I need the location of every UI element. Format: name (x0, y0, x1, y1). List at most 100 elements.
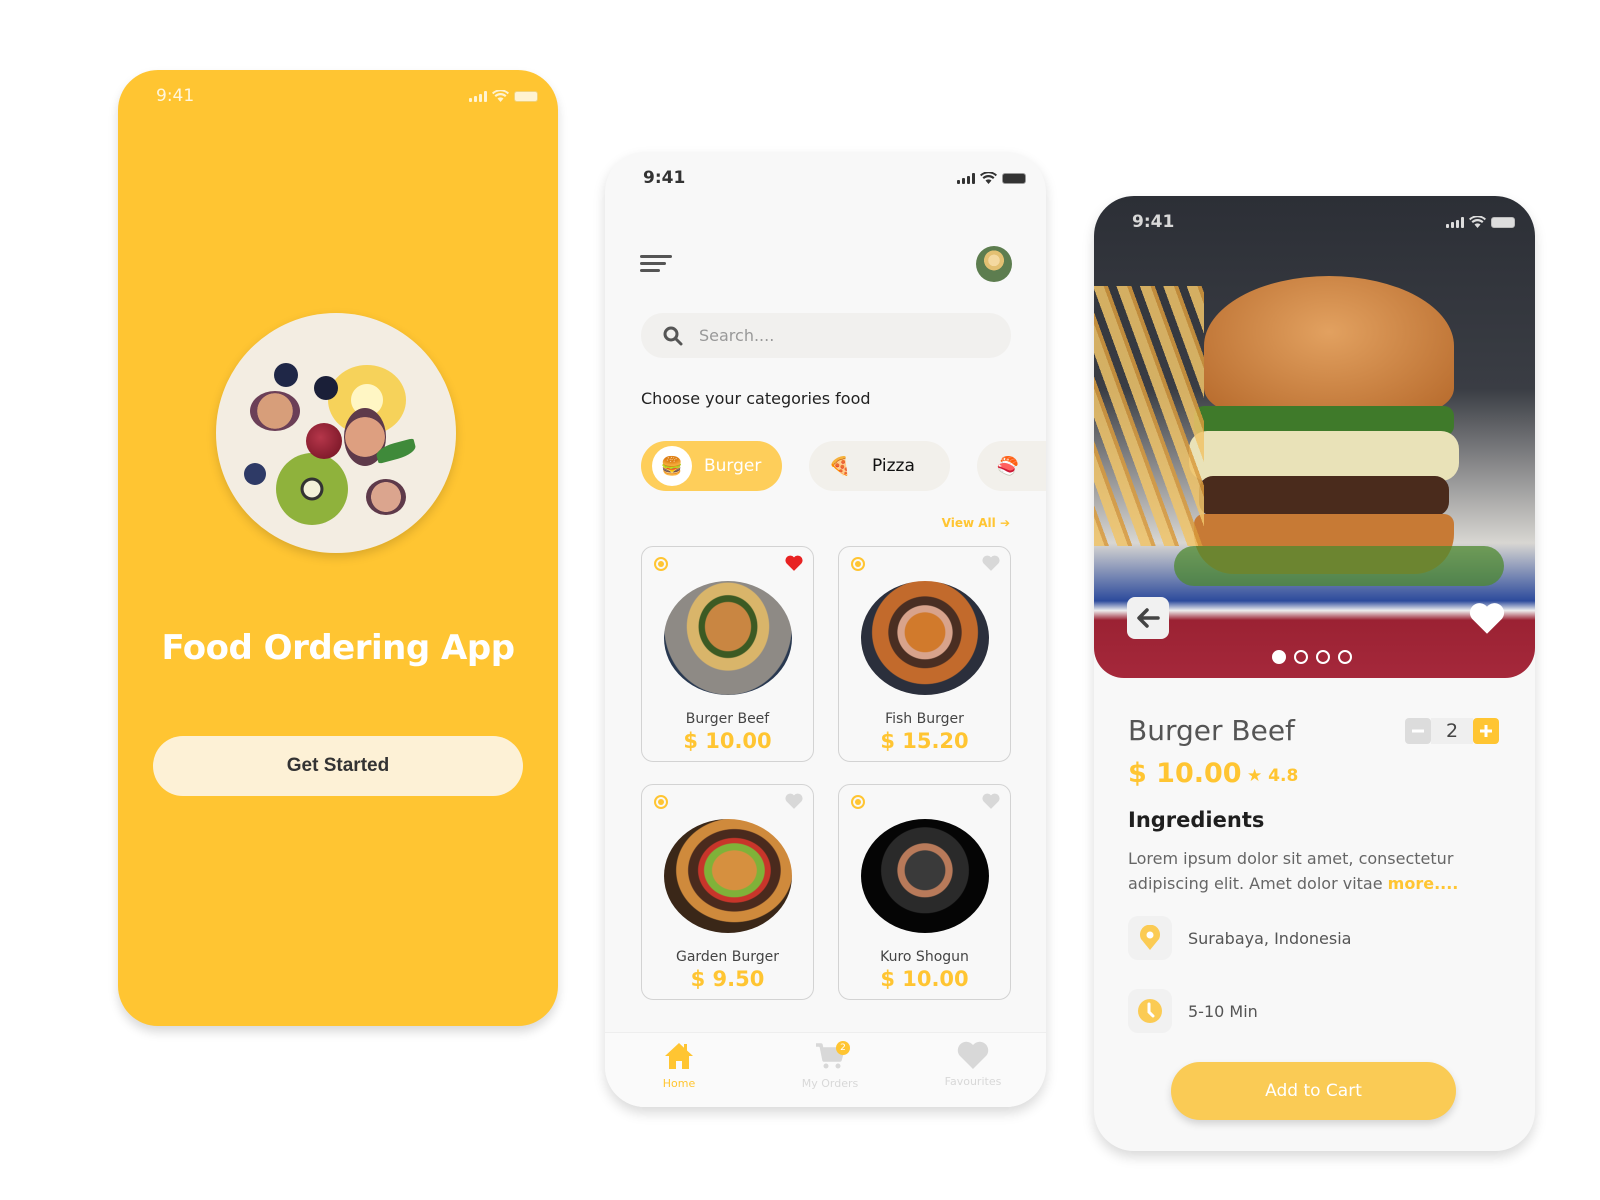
burger-icon: 🍔 (652, 446, 692, 486)
status-time: 9:41 (1132, 212, 1175, 232)
pizza-icon: 🍕 (828, 455, 852, 477)
category-burger[interactable]: 🍔 Burger (641, 441, 782, 491)
home-screen: 9:41 Choose your categories food 🍔 Burge… (605, 152, 1046, 1107)
bottom-nav: Home 2 My Orders Favourites (605, 1032, 1046, 1107)
select-radio[interactable] (654, 557, 668, 571)
menu-icon[interactable] (640, 255, 672, 275)
minus-icon (1412, 729, 1424, 733)
product-price: $ 10.00 (1128, 758, 1242, 789)
wifi-icon (980, 172, 997, 184)
nav-label: My Orders (801, 1077, 859, 1090)
location-pin-icon (1128, 916, 1172, 960)
status-bar: 9:41 (118, 70, 558, 120)
favourite-heart-icon[interactable] (1469, 602, 1505, 634)
ingredients-title: Ingredients (1128, 808, 1265, 832)
carousel-dot[interactable] (1272, 650, 1286, 664)
add-to-cart-button[interactable]: Add to Cart (1171, 1062, 1456, 1120)
location-text: Surabaya, Indonesia (1188, 928, 1352, 948)
product-image (861, 819, 989, 933)
product-rating: ★ 4.8 (1247, 766, 1299, 786)
battery-icon (514, 90, 538, 102)
product-name: Garden Burger (675, 949, 779, 965)
carousel-dot[interactable] (1316, 650, 1330, 664)
status-bar: 9:41 (605, 152, 1046, 202)
product-grid: Burger Beef $ 10.00 Fish Burger $ 15.20 … (641, 546, 1011, 1000)
read-more-link[interactable]: more.... (1388, 874, 1459, 893)
battery-icon (1491, 216, 1515, 228)
carousel-indicator (1272, 650, 1352, 664)
status-time: 9:41 (156, 86, 195, 106)
nav-home[interactable]: Home (629, 1041, 729, 1090)
quantity-value: 2 (1431, 718, 1473, 744)
category-list: 🍔 Burger 🍕 Pizza 🍣 (641, 441, 1046, 491)
product-name: Kuro Shogun (880, 949, 969, 965)
product-name: Burger Beef (685, 711, 770, 727)
select-radio[interactable] (654, 795, 668, 809)
status-icons (469, 90, 538, 102)
time-row: 5-10 Min (1128, 989, 1258, 1033)
quantity-stepper: 2 (1405, 718, 1499, 744)
category-pizza[interactable]: 🍕 Pizza (809, 441, 950, 491)
product-card[interactable]: Garden Burger $ 9.50 (641, 784, 814, 1000)
signal-icon (957, 172, 975, 184)
delivery-time-text: 5-10 Min (1188, 1001, 1258, 1021)
view-all-label: View All (941, 516, 996, 530)
product-image (664, 819, 792, 933)
product-card[interactable]: Kuro Shogun $ 10.00 (838, 784, 1011, 1000)
select-radio[interactable] (851, 557, 865, 571)
signal-icon (469, 90, 487, 102)
product-name: Burger Beef (1128, 714, 1295, 747)
status-icons (1446, 216, 1515, 228)
search-bar[interactable] (641, 313, 1011, 358)
carousel-dot[interactable] (1294, 650, 1308, 664)
search-icon (663, 326, 683, 345)
category-label: Burger (704, 456, 762, 476)
product-image (664, 581, 792, 695)
wifi-icon (1469, 216, 1486, 228)
status-icons (957, 172, 1026, 184)
nav-favourites[interactable]: Favourites (923, 1041, 1023, 1088)
heart-icon[interactable] (982, 793, 1000, 809)
home-icon (665, 1043, 693, 1069)
product-name: Fish Burger (885, 711, 964, 727)
wifi-icon (492, 90, 509, 102)
get-started-button[interactable]: Get Started (153, 736, 523, 796)
nav-my-orders[interactable]: 2 My Orders (780, 1041, 880, 1090)
search-input[interactable] (699, 326, 959, 345)
carousel-dot[interactable] (1338, 650, 1352, 664)
status-bar: 9:41 (1094, 196, 1535, 246)
increase-button[interactable] (1473, 718, 1499, 744)
nav-label: Favourites (944, 1075, 1002, 1088)
arrow-right-icon: ➔ (999, 516, 1010, 530)
arrow-left-icon (1137, 608, 1160, 628)
heart-icon[interactable] (982, 555, 1000, 571)
decrease-button[interactable] (1405, 718, 1431, 744)
category-label: Pizza (872, 456, 915, 476)
sushi-icon: 🍣 (996, 455, 1020, 477)
product-price: $ 10.00 (683, 729, 772, 753)
location-row: Surabaya, Indonesia (1128, 916, 1351, 960)
category-sushi[interactable]: 🍣 (977, 441, 1046, 491)
heart-icon[interactable] (785, 793, 803, 809)
clock-icon (1128, 989, 1172, 1033)
product-image (861, 581, 989, 695)
heart-icon (957, 1041, 989, 1069)
product-card[interactable]: Fish Burger $ 15.20 (838, 546, 1011, 762)
battery-icon (1002, 172, 1026, 184)
product-price: $ 9.50 (690, 967, 765, 991)
plus-icon (1480, 725, 1492, 737)
nav-label: Home (662, 1077, 696, 1090)
back-button[interactable] (1127, 597, 1169, 639)
splash-screen: 9:41 Food Ordering App Get Started (118, 70, 558, 1026)
signal-icon (1446, 216, 1464, 228)
cart-badge: 2 (836, 1041, 850, 1055)
status-time: 9:41 (643, 168, 686, 188)
view-all-link[interactable]: View All ➔ (942, 516, 1010, 530)
product-price: $ 15.20 (880, 729, 969, 753)
product-card[interactable]: Burger Beef $ 10.00 (641, 546, 814, 762)
fruit-bowl-image (216, 313, 456, 553)
user-avatar[interactable] (976, 246, 1012, 282)
heart-icon[interactable] (785, 555, 803, 571)
select-radio[interactable] (851, 795, 865, 809)
ingredients-text: Lorem ipsum dolor sit amet, consectetur … (1128, 846, 1508, 896)
